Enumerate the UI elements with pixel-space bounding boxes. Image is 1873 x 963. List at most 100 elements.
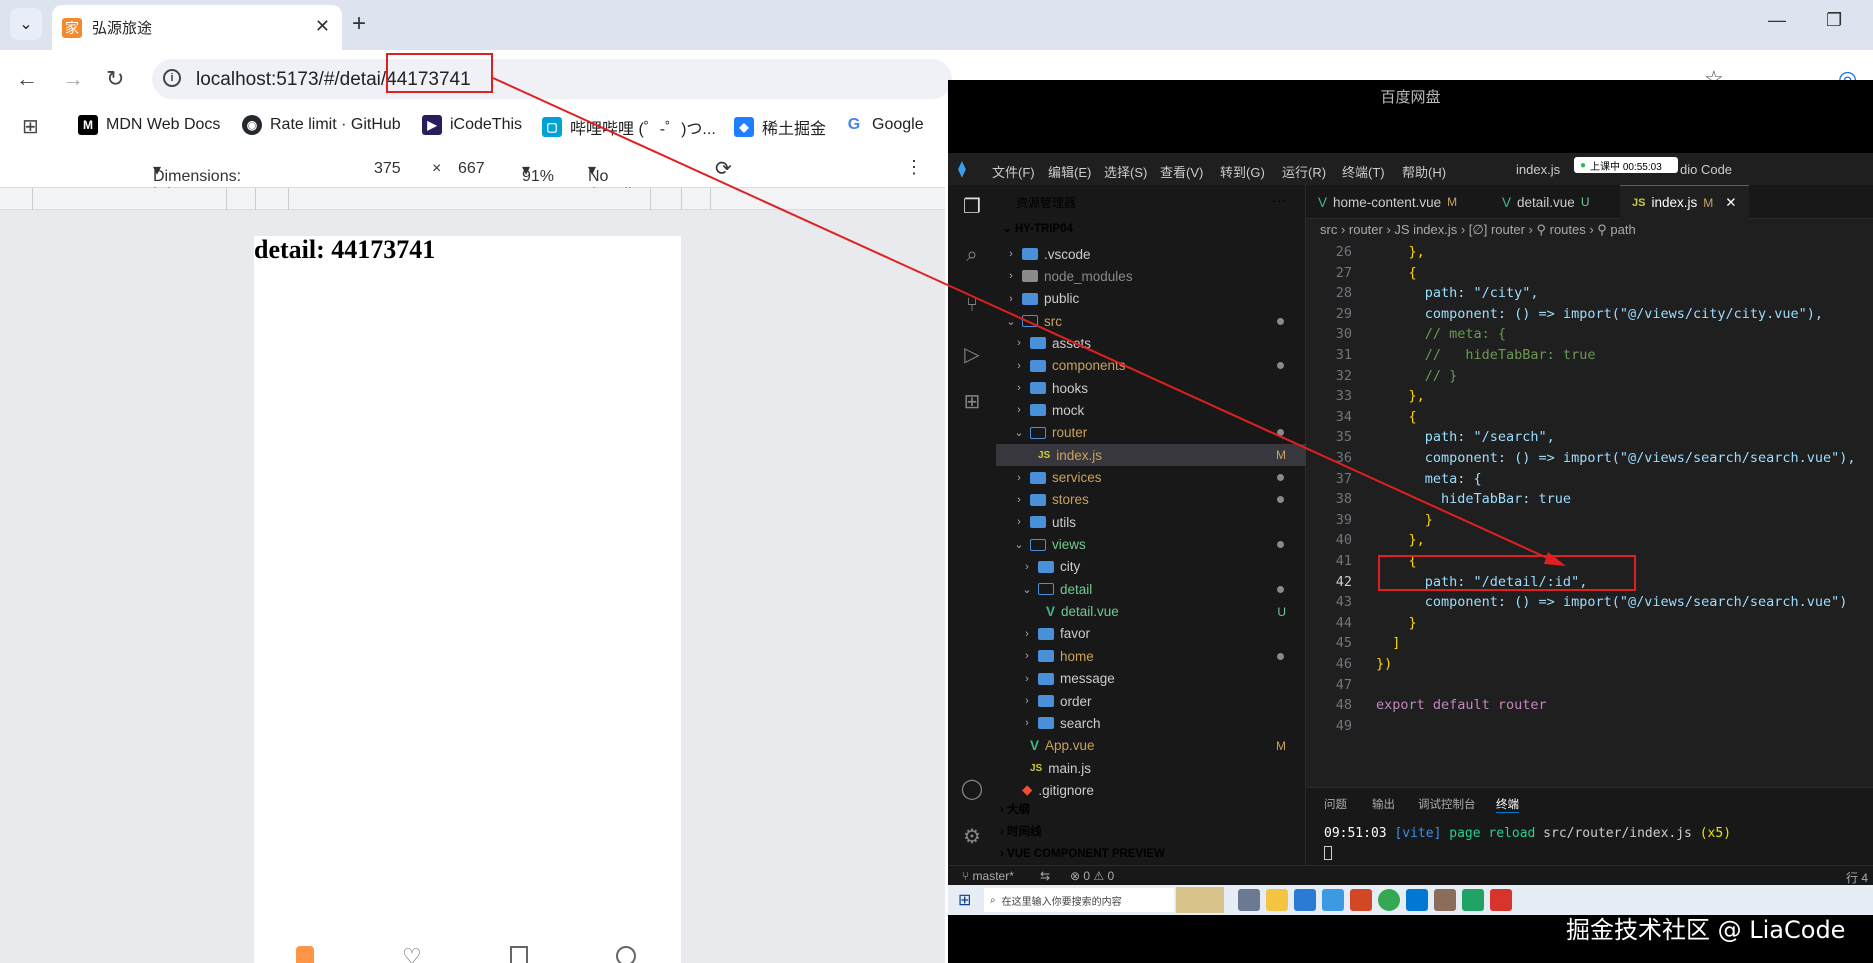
panel-tab-output[interactable]: 输出 bbox=[1372, 796, 1395, 812]
chevron-right-icon[interactable]: › bbox=[1012, 360, 1026, 372]
code-line[interactable]: } bbox=[1376, 615, 1417, 631]
tree-item[interactable]: ⌄ src bbox=[996, 310, 1306, 332]
tree-item[interactable]: › assets bbox=[996, 332, 1306, 354]
minimize-window-button[interactable]: — bbox=[1768, 10, 1786, 31]
apps-grid-icon[interactable]: ⊞ bbox=[22, 114, 39, 139]
settings-gear-icon[interactable]: ⚙ bbox=[960, 825, 984, 849]
code-line[interactable]: component: () => import("@/views/search/… bbox=[1376, 450, 1856, 466]
forward-button[interactable]: → bbox=[62, 66, 84, 92]
tab-detail-vue[interactable]: Vdetail.vue U bbox=[1490, 185, 1601, 219]
close-tab-icon[interactable]: ✕ bbox=[315, 16, 330, 37]
reload-button[interactable]: ↻ bbox=[106, 66, 124, 92]
tree-item[interactable]: › search bbox=[996, 712, 1306, 734]
avatar-app-icon[interactable] bbox=[1434, 889, 1456, 911]
chevron-right-icon[interactable]: › bbox=[1012, 382, 1026, 394]
tree-item[interactable]: JS index.js M bbox=[996, 444, 1306, 467]
panel-tab-debug-console[interactable]: 调试控制台 bbox=[1418, 796, 1476, 812]
tree-item[interactable]: › home bbox=[996, 645, 1306, 667]
bookmark-google[interactable]: G Google bbox=[844, 115, 924, 135]
chevron-right-icon[interactable]: › bbox=[1012, 516, 1026, 528]
code-line[interactable]: }, bbox=[1376, 532, 1425, 548]
menu-go[interactable]: 转到(G) bbox=[1220, 162, 1265, 181]
device-width-input[interactable]: 375 bbox=[374, 160, 401, 178]
tree-item[interactable]: › public bbox=[996, 288, 1306, 310]
chevron-right-icon[interactable]: › bbox=[1020, 561, 1034, 573]
chevron-right-icon[interactable]: › bbox=[1004, 293, 1018, 305]
throttling-select[interactable]: No throttling ▾ bbox=[588, 160, 649, 203]
code-line[interactable]: // } bbox=[1376, 368, 1458, 384]
order-tab-icon[interactable] bbox=[510, 946, 528, 963]
code-line[interactable]: component: () => import("@/views/search/… bbox=[1376, 594, 1848, 610]
chevron-down-icon[interactable]: ⌄ bbox=[1020, 583, 1034, 596]
message-tab-icon[interactable] bbox=[616, 946, 636, 963]
code-line[interactable]: } bbox=[1376, 512, 1433, 528]
sync-icon[interactable]: ⇆ bbox=[1040, 869, 1050, 883]
chevron-right-icon[interactable]: › bbox=[1012, 472, 1026, 484]
vue-preview-section[interactable]: › VUE COMPONENT PREVIEW bbox=[1000, 843, 1300, 865]
bookmark-mdn[interactable]: M MDN Web Docs bbox=[78, 115, 220, 135]
code-line[interactable]: }, bbox=[1376, 388, 1425, 404]
chevron-right-icon[interactable]: › bbox=[1004, 248, 1018, 260]
code-line[interactable]: meta: { bbox=[1376, 471, 1482, 487]
tree-item[interactable]: › message bbox=[996, 668, 1306, 690]
explorer-icon[interactable]: ❐ bbox=[960, 195, 984, 219]
code-line[interactable]: hideTabBar: true bbox=[1376, 491, 1571, 507]
branch-status[interactable]: ⑂ master* bbox=[962, 869, 1014, 883]
code-line[interactable]: { bbox=[1376, 409, 1417, 425]
code-line[interactable]: }) bbox=[1376, 656, 1392, 672]
tree-item[interactable]: › order bbox=[996, 690, 1306, 712]
code-line[interactable]: ] bbox=[1376, 635, 1400, 651]
rotate-icon[interactable]: ⟳ bbox=[715, 156, 732, 181]
menu-run[interactable]: 运行(R) bbox=[1282, 162, 1326, 181]
tree-item[interactable]: › utils bbox=[996, 511, 1306, 533]
chevron-right-icon[interactable]: › bbox=[1020, 717, 1034, 729]
chevron-down-icon[interactable]: ⌄ bbox=[1012, 426, 1026, 439]
tree-item[interactable]: › city bbox=[996, 556, 1306, 578]
tree-item[interactable]: › node_modules bbox=[996, 265, 1306, 287]
file-explorer-icon[interactable] bbox=[1266, 889, 1288, 911]
problems-status[interactable]: ⊗ 0 ⚠ 0 bbox=[1070, 869, 1114, 883]
more-options-icon[interactable]: ⋮ bbox=[905, 157, 923, 178]
zoom-select[interactable]: 91% ▾ bbox=[522, 160, 554, 185]
home-tab-icon[interactable] bbox=[296, 946, 314, 963]
project-root[interactable]: ⌄ HY-TRIP04 bbox=[1002, 221, 1073, 235]
tree-item[interactable]: › .vscode bbox=[996, 243, 1306, 265]
code-line[interactable]: // meta: { bbox=[1376, 326, 1506, 342]
timeline-section[interactable]: › 时间线 bbox=[1000, 821, 1300, 843]
chevron-right-icon[interactable]: › bbox=[1004, 270, 1018, 282]
task-view-icon[interactable] bbox=[1238, 889, 1260, 911]
app-icon[interactable] bbox=[1322, 889, 1344, 911]
device-dimensions-select[interactable]: Dimensions: iPhone 6/7/8 ▾ bbox=[153, 160, 241, 221]
taskbar-widget-image[interactable] bbox=[1176, 887, 1224, 913]
bookmark-juejin[interactable]: ◆ 稀土掘金 bbox=[734, 115, 826, 139]
browser-tab[interactable]: 家 弘源旅途 ✕ bbox=[52, 5, 342, 50]
code-line[interactable]: // hideTabBar: true bbox=[1376, 347, 1596, 363]
tree-item[interactable]: › stores bbox=[996, 489, 1306, 511]
menu-terminal[interactable]: 终端(T) bbox=[1342, 162, 1385, 181]
bookmark-icodethis[interactable]: ▶ iCodeThis bbox=[422, 115, 522, 135]
search-icon[interactable]: ⌕ bbox=[960, 243, 984, 267]
menu-view[interactable]: 查看(V) bbox=[1160, 162, 1203, 181]
favor-tab-icon[interactable]: ♡ bbox=[402, 944, 422, 963]
close-tab-icon[interactable]: ✕ bbox=[1725, 195, 1736, 211]
tab-index-js[interactable]: JS index.js M ✕ bbox=[1620, 185, 1749, 219]
code-line[interactable]: component: () => import("@/views/city/ci… bbox=[1376, 306, 1823, 322]
back-button[interactable]: ← bbox=[16, 66, 38, 92]
cursor-position[interactable]: 行 4 bbox=[1846, 869, 1868, 886]
chevron-right-icon[interactable]: › bbox=[1012, 494, 1026, 506]
tree-item[interactable]: Vdetail.vue U bbox=[996, 601, 1306, 623]
source-control-icon[interactable]: ⑂ bbox=[960, 293, 984, 317]
code-line[interactable]: path: "/city", bbox=[1376, 285, 1539, 301]
tree-item[interactable]: ⌄ detail bbox=[996, 578, 1306, 600]
chevron-down-icon[interactable]: ⌄ bbox=[1004, 315, 1018, 328]
windows-start-icon[interactable]: ⊞ bbox=[958, 890, 971, 910]
device-height-input[interactable]: 667 bbox=[458, 160, 485, 178]
chevron-right-icon[interactable]: › bbox=[1012, 404, 1026, 416]
chevron-down-icon[interactable]: ⌄ bbox=[1012, 538, 1026, 551]
chrome-icon[interactable] bbox=[1378, 889, 1400, 911]
breadcrumb[interactable]: src › router › JS index.js › [∅] router … bbox=[1320, 222, 1636, 238]
tree-item[interactable]: V App.vue M bbox=[996, 735, 1306, 757]
tree-item[interactable]: › components bbox=[996, 355, 1306, 377]
panel-tab-terminal[interactable]: 终端 bbox=[1496, 796, 1519, 813]
chevron-right-icon[interactable]: › bbox=[1020, 650, 1034, 662]
